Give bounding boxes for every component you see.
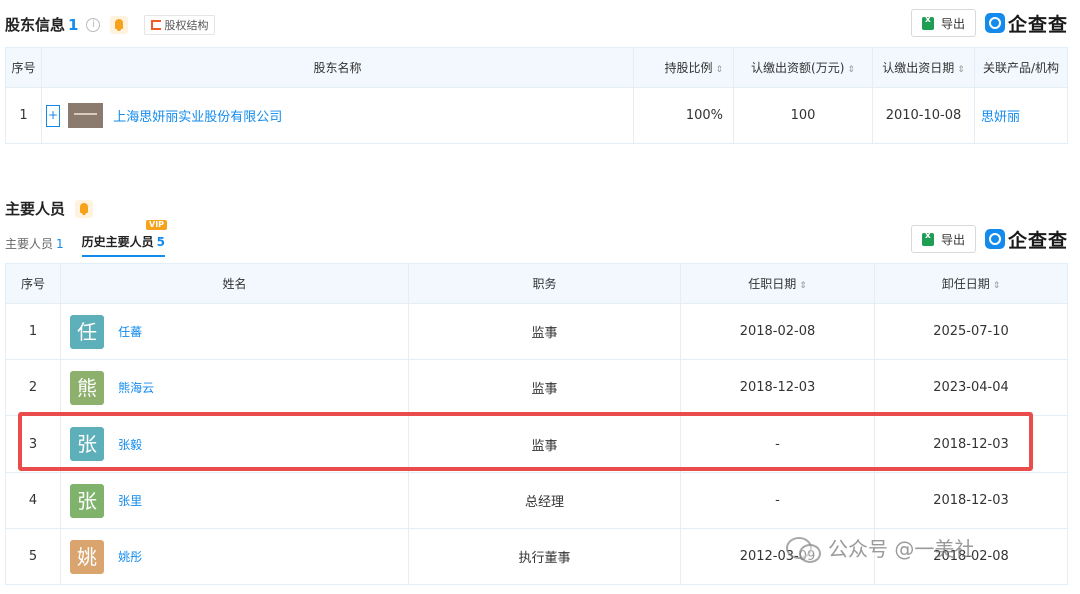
subscribed-date: 2010-10-08: [872, 87, 975, 144]
shareholding-ratio: 100%: [633, 87, 734, 144]
position: 监事: [408, 359, 681, 416]
column-header-name: 股东名称: [41, 47, 634, 88]
row-index: 5: [5, 528, 61, 585]
avatar: 熊: [70, 370, 104, 405]
tab-current-personnel[interactable]: 主要人员 1: [5, 235, 64, 257]
shareholders-toolbar: 导出 企查查: [910, 9, 1068, 37]
sort-icon[interactable]: ⇕: [957, 65, 965, 75]
equity-structure-icon: [151, 19, 162, 30]
export-button[interactable]: 导出: [910, 225, 976, 253]
personnel-tabs: 主要人员 1 历史主要人员 5 VIP: [5, 220, 183, 257]
person-name-link[interactable]: 姚彤: [118, 550, 142, 564]
row-index: 2: [5, 359, 61, 416]
tab-history-personnel[interactable]: 历史主要人员 5 VIP: [81, 220, 168, 257]
column-header-name: 姓名: [60, 263, 409, 304]
column-header-amount[interactable]: 认缴出资额(万元) ⇕: [733, 47, 873, 88]
column-header-index: 序号: [5, 263, 61, 304]
export-label: 导出: [940, 232, 965, 247]
shareholders-table: 序号 股东名称 持股比例 ⇕ 认缴出资额(万元) ⇕ 认缴出资日期 ⇕ 关联产品/机构…: [5, 47, 1068, 144]
table-row: 4 张 张里 总经理 - 2018-12-03: [5, 472, 1068, 529]
shareholders-title: 股东信息: [5, 16, 66, 34]
sort-icon[interactable]: ⇕: [847, 65, 855, 75]
person-cell: 姚 姚彤: [60, 528, 409, 585]
info-icon[interactable]: i: [86, 17, 101, 32]
row-index: 1: [5, 303, 61, 360]
row-index: 1: [5, 87, 42, 144]
excel-icon: [921, 15, 934, 30]
personnel-header: 主要人员: [5, 198, 94, 219]
end-date: 2018-12-03: [874, 472, 1068, 529]
shareholder-name-link[interactable]: 上海思妍丽实业股份有限公司: [113, 110, 282, 125]
qcc-logo: 企查查: [984, 10, 1068, 37]
person-cell: 熊 熊海云: [60, 359, 409, 416]
expand-button[interactable]: +: [46, 104, 60, 127]
table-row: 1 + 上海思妍丽实业股份有限公司 100% 100 2010-10-08 思妍…: [5, 87, 1068, 144]
personnel-toolbar: 导出 企查查: [910, 225, 1068, 253]
end-date: 2023-04-04: [874, 359, 1068, 416]
person-name-link[interactable]: 熊海云: [118, 381, 154, 395]
shareholder-cell: + 上海思妍丽实业股份有限公司: [41, 87, 634, 144]
end-date: 2025-07-10: [874, 303, 1068, 360]
qcc-logo-text: 企查查: [1007, 229, 1068, 252]
sort-icon[interactable]: ⇕: [993, 281, 1001, 291]
sort-icon[interactable]: ⇕: [715, 65, 723, 75]
qcc-logo-text: 企查查: [1007, 13, 1068, 36]
export-label: 导出: [940, 16, 965, 31]
qcc-logo: 企查查: [984, 226, 1068, 253]
company-logo: [68, 103, 104, 128]
qcc-logo-icon: [984, 229, 1005, 249]
column-header-start-date[interactable]: 任职日期 ⇕: [680, 263, 875, 304]
bell-icon[interactable]: [110, 15, 129, 34]
start-date: -: [680, 472, 875, 529]
bell-icon[interactable]: [75, 199, 94, 218]
person-cell: 张 张里: [60, 472, 409, 529]
equity-structure-label: 股权结构: [164, 18, 209, 32]
personnel-title: 主要人员: [5, 200, 66, 218]
table-row: 2 熊 熊海云 监事 2018-12-03 2023-04-04: [5, 359, 1068, 416]
row-index: 4: [5, 472, 61, 529]
shareholders-count: 1: [68, 15, 79, 34]
start-date: 2018-12-03: [680, 359, 875, 416]
table-row: 1 任 任蕃 监事 2018-02-08 2025-07-10: [5, 303, 1068, 360]
avatar: 张: [70, 483, 104, 518]
column-header-ratio[interactable]: 持股比例 ⇕: [633, 47, 734, 88]
excel-icon: [921, 231, 934, 246]
table-header-row: 序号 姓名 职务 任职日期 ⇕ 卸任日期 ⇕: [5, 263, 1068, 304]
vip-badge: VIP: [146, 220, 168, 230]
export-button[interactable]: 导出: [910, 9, 976, 37]
sort-icon[interactable]: ⇕: [799, 281, 807, 291]
equity-structure-button[interactable]: 股权结构: [144, 14, 216, 35]
shareholders-header: 股东信息 1 i 股权结构: [5, 14, 216, 35]
avatar: 任: [70, 314, 104, 349]
column-header-date[interactable]: 认缴出资日期 ⇕: [872, 47, 975, 88]
column-header-end-date[interactable]: 卸任日期 ⇕: [874, 263, 1068, 304]
wechat-icon: [786, 535, 821, 563]
qcc-logo-icon: [984, 13, 1005, 33]
subscribed-amount: 100: [733, 87, 873, 144]
person-cell: 任 任蕃: [60, 303, 409, 360]
related-product-link[interactable]: 思妍丽: [974, 87, 1068, 144]
avatar: 姚: [70, 539, 104, 574]
person-name-link[interactable]: 任蕃: [118, 325, 142, 339]
start-date: 2018-02-08: [680, 303, 875, 360]
column-header-position: 职务: [408, 263, 681, 304]
highlight-box: [18, 412, 1033, 471]
watermark-text: 公众号 @一美社: [828, 537, 975, 561]
table-header-row: 序号 股东名称 持股比例 ⇕ 认缴出资额(万元) ⇕ 认缴出资日期 ⇕ 关联产品/机构: [5, 47, 1068, 88]
position: 监事: [408, 303, 681, 360]
column-header-related: 关联产品/机构: [974, 47, 1068, 88]
position: 总经理: [408, 472, 681, 529]
position: 执行董事: [408, 528, 681, 585]
column-header-index: 序号: [5, 47, 42, 88]
watermark: 公众号 @一美社: [786, 533, 975, 563]
person-name-link[interactable]: 张里: [118, 494, 142, 508]
